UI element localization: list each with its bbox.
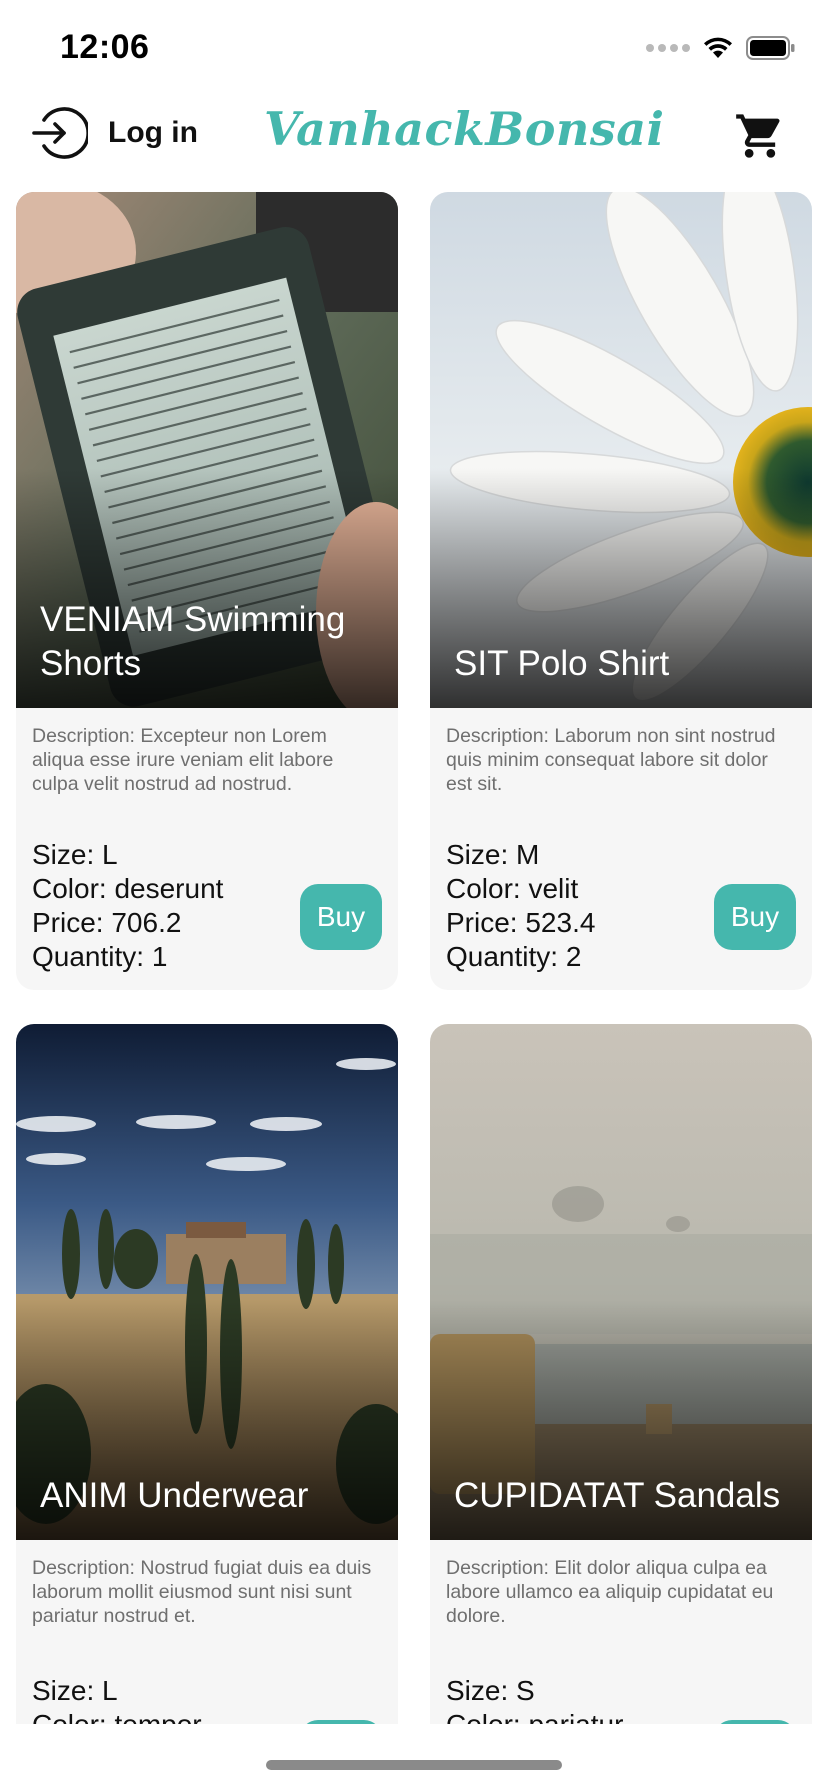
- status-bar: 12:06: [0, 0, 828, 96]
- product-description: Description: Nostrud fugiat duis ea duis…: [32, 1557, 372, 1627]
- wifi-icon: [704, 37, 732, 58]
- product-size: Size: L: [32, 1675, 118, 1706]
- brand-logo: VanhackBonsai: [264, 102, 665, 156]
- login-label: Log in: [108, 116, 198, 149]
- product-color: Color: velit: [446, 873, 579, 904]
- cellular-signal-icon: [646, 44, 690, 52]
- product-quantity: Quantity: 1: [32, 941, 168, 972]
- product-details: Size: L Color: deserunt Price: 706.2 Qua…: [32, 838, 223, 974]
- product-image: CUPIDATAT Sandals: [430, 1024, 812, 1540]
- product-card[interactable]: ANIM Underwear Description: Nostrud fugi…: [16, 1024, 398, 1724]
- product-description: Description: Laborum non sint nostrud qu…: [446, 725, 776, 795]
- product-card[interactable]: VENIAM Swimming Shorts Description: Exce…: [16, 192, 398, 990]
- battery-icon: [746, 36, 795, 60]
- product-title: ANIM Underwear: [40, 1476, 309, 1515]
- status-time: 12:06: [60, 28, 150, 66]
- product-color: Color: tempor: [32, 1708, 202, 1724]
- cart-button[interactable]: [734, 110, 786, 167]
- product-size: Size: S: [446, 1675, 535, 1706]
- login-button[interactable]: Log in: [30, 104, 198, 162]
- top-nav: Log in VanhackBonsai: [0, 96, 828, 192]
- buy-button[interactable]: Buy: [300, 884, 382, 950]
- product-info: Description: Laborum non sint nostrud qu…: [430, 708, 812, 990]
- product-price: Price: 523.4: [446, 907, 596, 938]
- product-details: Size: L Color: tempor: [32, 1674, 202, 1724]
- product-card[interactable]: SIT Polo Shirt Description: Laborum non …: [430, 192, 812, 990]
- product-size: Size: L: [32, 839, 118, 870]
- login-arrow-icon: [32, 107, 88, 159]
- product-image: ANIM Underwear: [16, 1024, 398, 1540]
- product-title: SIT Polo Shirt: [454, 644, 670, 683]
- buy-button[interactable]: Buy: [714, 884, 796, 950]
- shopping-cart-icon: [736, 114, 780, 158]
- buy-button[interactable]: Buy: [714, 1720, 796, 1724]
- product-info: Description: Excepteur non Lorem aliqua …: [16, 708, 398, 990]
- product-color: Color: deserunt: [32, 873, 224, 904]
- home-indicator[interactable]: [266, 1760, 562, 1770]
- product-title: VENIAM Swimming Shorts: [40, 600, 346, 683]
- product-title: CUPIDATAT Sandals: [454, 1476, 781, 1515]
- product-image: VENIAM Swimming Shorts: [16, 192, 398, 708]
- product-info: Description: Nostrud fugiat duis ea duis…: [16, 1540, 398, 1724]
- buy-button[interactable]: Buy: [300, 1720, 382, 1724]
- product-card[interactable]: CUPIDATAT Sandals Description: Elit dolo…: [430, 1024, 812, 1724]
- product-grid: VENIAM Swimming Shorts Description: Exce…: [16, 192, 812, 1724]
- product-price: Price: 706.2: [32, 907, 182, 938]
- product-description: Description: Excepteur non Lorem aliqua …: [32, 725, 334, 795]
- product-description: Description: Elit dolor aliqua culpa ea …: [446, 1557, 774, 1627]
- status-icons: [646, 36, 796, 60]
- product-image: SIT Polo Shirt: [430, 192, 812, 708]
- product-quantity: Quantity: 2: [446, 941, 582, 972]
- product-color: Color: pariatur: [446, 1708, 623, 1724]
- product-details: Size: M Color: velit Price: 523.4 Quanti…: [446, 838, 595, 974]
- product-details: Size: S Color: pariatur: [446, 1674, 623, 1724]
- product-size: Size: M: [446, 839, 540, 870]
- product-info: Description: Elit dolor aliqua culpa ea …: [430, 1540, 812, 1724]
